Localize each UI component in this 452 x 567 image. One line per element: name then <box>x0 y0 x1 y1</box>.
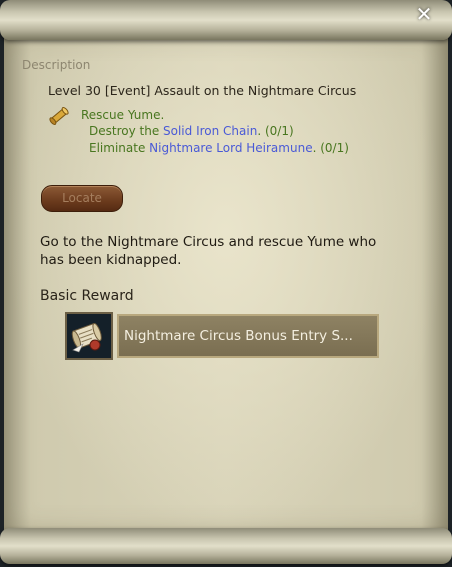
objective-prefix: Destroy the <box>89 124 164 138</box>
quest-scroll-window: ✕ Description Level 30 [Event] Assault o… <box>0 0 452 567</box>
reward-item-name-box[interactable]: Nightmare Circus Bonus Entry S... <box>117 314 379 358</box>
reward-item-icon-slot[interactable] <box>65 312 113 360</box>
objective-target-link[interactable]: Nightmare Lord Heiramune <box>149 141 312 155</box>
close-button[interactable]: ✕ <box>413 3 435 25</box>
objective-eliminate-lord: Eliminate Nightmare Lord Heiramune. (0/1… <box>89 141 349 155</box>
quest-description-text: Go to the Nightmare Circus and rescue Yu… <box>40 234 377 268</box>
objective-main: Rescue Yume. <box>81 108 165 122</box>
objective-progress: . (0/1) <box>257 124 294 138</box>
objective-prefix: Eliminate <box>89 141 150 155</box>
basic-reward-label: Basic Reward <box>40 288 134 304</box>
scroll-bottom-rod <box>0 528 452 564</box>
description-label: Description <box>22 58 91 72</box>
close-icon: ✕ <box>415 2 433 26</box>
reward-item[interactable]: Nightmare Circus Bonus Entry S... <box>65 312 379 360</box>
scroll-top-rod <box>0 0 452 40</box>
objective-progress: . (0/1) <box>312 141 349 155</box>
reward-item-name: Nightmare Circus Bonus Entry S... <box>124 328 353 344</box>
objective-destroy-chain: Destroy the Solid Iron Chain. (0/1) <box>89 124 294 138</box>
locate-button[interactable]: Locate <box>41 185 123 212</box>
quest-title: Level 30 [Event] Assault on the Nightmar… <box>48 83 357 98</box>
objective-target-link[interactable]: Solid Iron Chain <box>163 124 257 138</box>
scroll-quest-icon <box>49 107 69 125</box>
scroll-letter-icon <box>67 314 111 358</box>
